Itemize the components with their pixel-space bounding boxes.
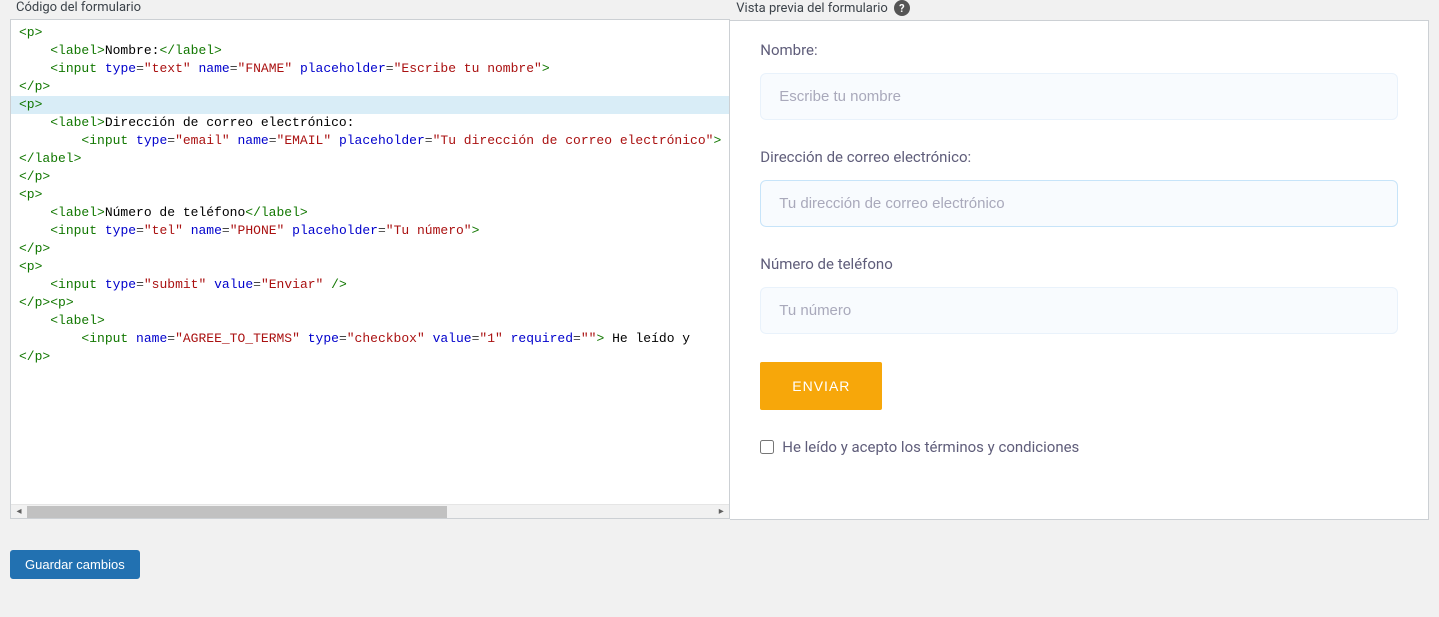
code-line[interactable]: <input name="AGREE_TO_TERMS" type="check… [11,330,729,348]
terms-checkbox[interactable] [760,440,774,454]
scroll-thumb[interactable] [27,506,447,518]
code-line[interactable]: </p> [11,240,729,258]
code-editor[interactable]: <p> <label>Nombre:</label> <input type="… [11,20,729,504]
submit-button[interactable]: ENVIAR [760,362,882,410]
main-container: Código del formulario <p> <label>Nombre:… [0,0,1439,520]
code-line[interactable]: </p> [11,78,729,96]
form-label: Dirección de correo electrónico: [760,148,1398,166]
code-line[interactable]: <input type="text" name="FNAME" placehol… [11,60,729,78]
code-editor-wrap: <p> <label>Nombre:</label> <input type="… [10,19,730,519]
code-line[interactable]: </p> [11,348,729,366]
terms-checkbox-row: He leído y acepto los términos y condici… [760,438,1398,456]
form-label: Nombre: [760,41,1398,59]
code-line[interactable]: <label>Nombre:</label> [11,42,729,60]
form-label: Número de teléfono [760,255,1398,273]
code-line[interactable]: <input type="email" name="EMAIL" placeho… [11,132,729,150]
code-line[interactable]: <p> [11,24,729,42]
form-input-email[interactable] [760,180,1398,227]
form-input-tel[interactable] [760,287,1398,334]
scroll-right-arrow[interactable]: ▸ [713,505,729,519]
code-line[interactable]: <p> [11,258,729,276]
code-line[interactable]: </label> [11,150,729,168]
terms-label: He leído y acepto los términos y condici… [782,438,1079,456]
code-panel: Código del formulario <p> <label>Nombre:… [10,0,730,520]
preview-panel-title: Vista previa del formulario [736,1,888,16]
code-panel-header: Código del formulario [10,0,730,19]
code-line[interactable]: <label> [11,312,729,330]
help-icon[interactable]: ? [894,0,910,16]
code-line[interactable]: </p><p> [11,294,729,312]
code-line[interactable]: </p> [11,168,729,186]
code-line[interactable]: <label>Dirección de correo electrónico: [11,114,729,132]
code-line[interactable]: <input type="submit" value="Enviar" /> [11,276,729,294]
preview-panel: Vista previa del formulario ? Nombre: Dir… [730,0,1429,520]
code-line[interactable]: <label>Número de teléfono</label> [11,204,729,222]
preview-panel-header: Vista previa del formulario ? [730,0,1429,20]
code-line[interactable]: <input type="tel" name="PHONE" placehold… [11,222,729,240]
form-input-text[interactable] [760,73,1398,120]
scroll-left-arrow[interactable]: ◂ [11,505,27,519]
code-line[interactable]: <p> [11,186,729,204]
save-button[interactable]: Guardar cambios [10,550,140,579]
horizontal-scrollbar[interactable]: ◂ ▸ [11,504,729,518]
preview-pane: Nombre: Dirección de correo electrónico: N… [730,20,1429,520]
code-line[interactable]: <p> [11,96,729,114]
save-button-wrap: Guardar cambios [0,520,1439,599]
